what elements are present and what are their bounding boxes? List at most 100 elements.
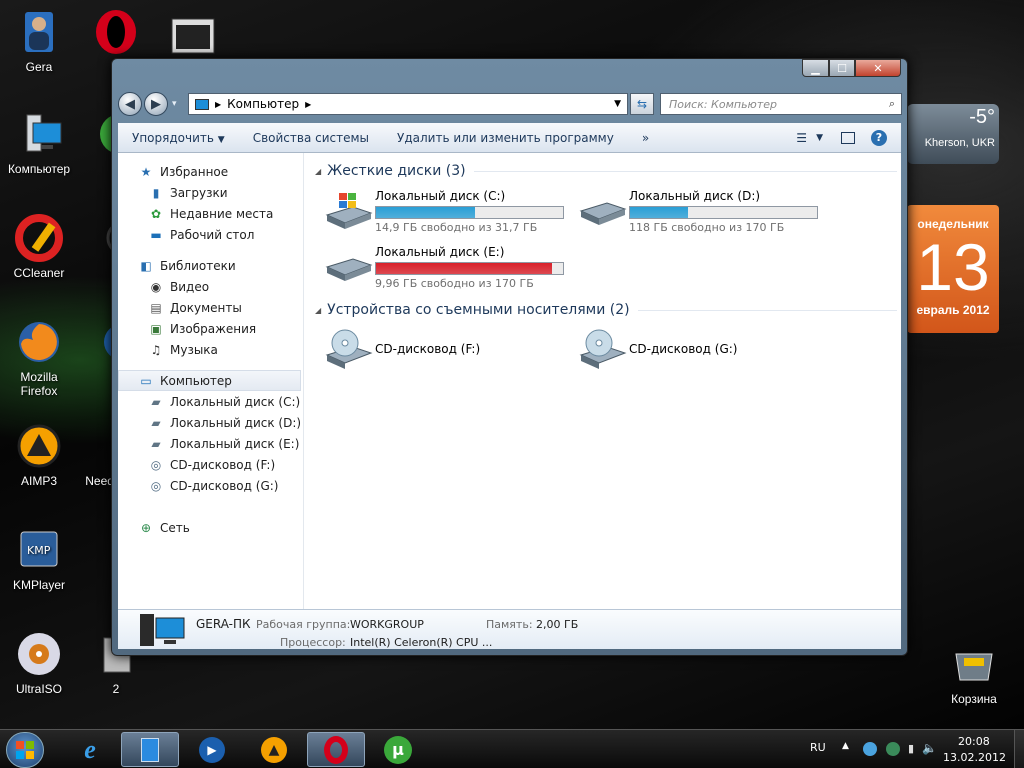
nav-drive-c[interactable]: ▰ Локальный диск (C:) (118, 391, 303, 412)
nav-video[interactable]: ◉ Видео (118, 276, 303, 297)
desktop-icon-ccleaner[interactable]: CCleaner (3, 214, 75, 280)
preview-pane-icon[interactable] (841, 131, 855, 144)
cd-drive-g[interactable]: CD-дисковод (G:) (577, 327, 737, 371)
breadcrumb-separator-icon[interactable]: ▶ (215, 100, 221, 109)
recent-places-icon: ✿ (150, 206, 162, 221)
breadcrumb-computer[interactable]: Компьютер (227, 97, 299, 111)
desktop-icon-kmplayer[interactable]: KMP KMPlayer (3, 526, 75, 592)
svg-text:KMP: KMP (27, 544, 51, 557)
collapse-triangle-icon: ◢ (315, 166, 322, 176)
system-properties-button[interactable]: Свойства системы (239, 131, 383, 145)
explorer-window[interactable]: ▁ ☐ ✕ ◀ ▶ ▾ ▶ Компьютер ▶ ▼ ⇆ Поиск: Ком… (111, 58, 908, 656)
tray-network-icon[interactable] (886, 742, 900, 756)
network-icon: ⊕ (140, 520, 152, 535)
refresh-button[interactable]: ⇆ (630, 93, 654, 115)
nav-drive-e[interactable]: ▰ Локальный диск (E:) (118, 433, 303, 454)
star-icon: ★ (140, 164, 152, 179)
history-dropdown-icon[interactable]: ▾ (172, 99, 177, 109)
forward-button[interactable]: ▶ (144, 92, 168, 116)
address-dropdown-icon[interactable]: ▼ (614, 99, 621, 109)
nav-downloads[interactable]: ▮ Загрузки (118, 182, 303, 203)
language-indicator[interactable]: RU (810, 741, 826, 754)
drive-e[interactable]: Локальный диск (E:) 9,96 ГБ свободно из … (323, 245, 564, 290)
desktop-icon-computer[interactable]: Компьютер (3, 110, 75, 176)
desktop-icon-aimp[interactable]: AIMP3 (3, 422, 75, 488)
weather-widget[interactable]: -5° Kherson, UKR (907, 104, 999, 164)
weather-location: Kherson, UKR (924, 137, 995, 149)
desktop-icon-recycle-bin[interactable]: Корзина (938, 640, 1010, 706)
group-header-hard-disks[interactable]: ◢ Жесткие диски (3) (315, 163, 897, 179)
drive-c[interactable]: Локальный диск (C:) 14,9 ГБ свободно из … (323, 189, 564, 234)
nav-libraries[interactable]: ◧ Библиотеки (118, 255, 303, 276)
taskbar: e ▶ ▲ µ RU ▲ ▮ 🔈 20:08 13.02.2012 (0, 729, 1024, 768)
kmplayer-icon: KMP (15, 526, 63, 574)
address-bar[interactable]: ▶ Компьютер ▶ ▼ (188, 93, 628, 115)
show-desktop-button[interactable] (1014, 730, 1024, 768)
nav-favorites[interactable]: ★ Избранное (118, 161, 303, 182)
weather-temperature: -5° (969, 106, 995, 128)
organize-button[interactable]: Упорядочить ▼ (118, 131, 239, 145)
nav-network[interactable]: ⊕ Сеть (118, 517, 303, 538)
drive-name: Локальный диск (C:) (375, 189, 506, 203)
breadcrumb-separator-icon[interactable]: ▶ (305, 100, 311, 109)
video-icon: ◉ (150, 279, 162, 294)
search-box[interactable]: Поиск: Компьютер ⌕ (660, 93, 902, 115)
cd-drive-f[interactable]: CD-дисковод (F:) (323, 327, 480, 371)
taskbar-internet-explorer[interactable]: e (61, 732, 119, 767)
collapse-triangle-icon: ◢ (315, 305, 322, 315)
clock-time[interactable]: 20:08 (958, 735, 990, 748)
hard-drive-icon (323, 245, 375, 289)
window-thumbnail-icon (169, 12, 217, 60)
desktop-icon-gera[interactable]: Gera (3, 8, 75, 74)
nav-recent-places[interactable]: ✿ Недавние места (118, 203, 303, 224)
drive-usage-bar (375, 262, 564, 275)
group-header-removable[interactable]: ◢ Устройства со съемными носителями (2) (315, 302, 897, 318)
content-pane[interactable]: ◢ Жесткие диски (3) Локальный диск (C:) … (305, 153, 901, 609)
nav-cd-f[interactable]: ◎ CD-дисковод (F:) (118, 454, 303, 475)
minimize-button[interactable]: ▁ (802, 59, 829, 77)
help-icon[interactable]: ? (871, 129, 887, 146)
nav-label: Музыка (170, 342, 218, 357)
cpu-label: Процессор: (280, 636, 346, 649)
maximize-button[interactable]: ☐ (829, 59, 855, 77)
taskbar-utorrent[interactable]: µ (369, 732, 427, 767)
drive-d[interactable]: Локальный диск (D:) 118 ГБ свободно из 1… (577, 189, 818, 234)
taskbar-explorer[interactable] (121, 732, 179, 767)
nav-drive-d[interactable]: ▰ Локальный диск (D:) (118, 412, 303, 433)
nav-documents[interactable]: ▤ Документы (118, 297, 303, 318)
taskbar-aimp[interactable]: ▲ (245, 732, 303, 767)
internet-explorer-icon: e (84, 734, 96, 764)
nav-label: Документы (170, 300, 242, 315)
view-dropdown-icon[interactable]: ▼ (816, 133, 823, 143)
desktop-icon-ultraiso[interactable]: UltraISO (3, 630, 75, 696)
drive-free-space: 14,9 ГБ свободно из 31,7 ГБ (375, 221, 538, 234)
back-arrow-icon: ◀ (125, 96, 135, 112)
group-title: Устройства со съемными носителями (2) (327, 302, 630, 318)
back-button[interactable]: ◀ (118, 92, 142, 116)
start-button[interactable] (6, 732, 44, 768)
nav-music[interactable]: ♫ Музыка (118, 339, 303, 360)
desktop-icon-firefox[interactable]: Mozilla Firefox (3, 318, 75, 398)
nav-cd-g[interactable]: ◎ CD-дисковод (G:) (118, 475, 303, 496)
taskbar-media-player[interactable]: ▶ (183, 732, 241, 767)
view-options-icon[interactable]: ☰ (796, 131, 807, 145)
volume-icon[interactable]: 🔈 (922, 741, 937, 755)
explorer-icon (141, 737, 159, 762)
aimp-icon (15, 422, 63, 470)
tray-app-icon[interactable] (863, 742, 877, 756)
taskbar-opera[interactable] (307, 732, 365, 767)
signal-icon[interactable]: ▮ (908, 742, 914, 755)
calendar-widget[interactable]: онедельник 13 евраль 2012 (907, 205, 999, 333)
nav-desktop[interactable]: ▬ Рабочий стол (118, 224, 303, 245)
nav-pictures[interactable]: ▣ Изображения (118, 318, 303, 339)
desktop-icon-window-thumb[interactable] (157, 12, 229, 64)
windows-logo-icon (16, 741, 34, 759)
close-button[interactable]: ✕ (855, 59, 901, 77)
clock-date[interactable]: 13.02.2012 (943, 751, 1006, 764)
more-commands-button[interactable]: » (628, 131, 663, 145)
uninstall-program-button[interactable]: Удалить или изменить программу (383, 131, 628, 145)
show-hidden-icons-icon[interactable]: ▲ (842, 741, 849, 751)
navigation-pane[interactable]: ★ Избранное ▮ Загрузки ✿ Недавние места ▬ Ра… (118, 153, 304, 609)
refresh-icon: ⇆ (636, 97, 648, 111)
nav-computer[interactable]: ▭ Компьютер (118, 370, 301, 391)
